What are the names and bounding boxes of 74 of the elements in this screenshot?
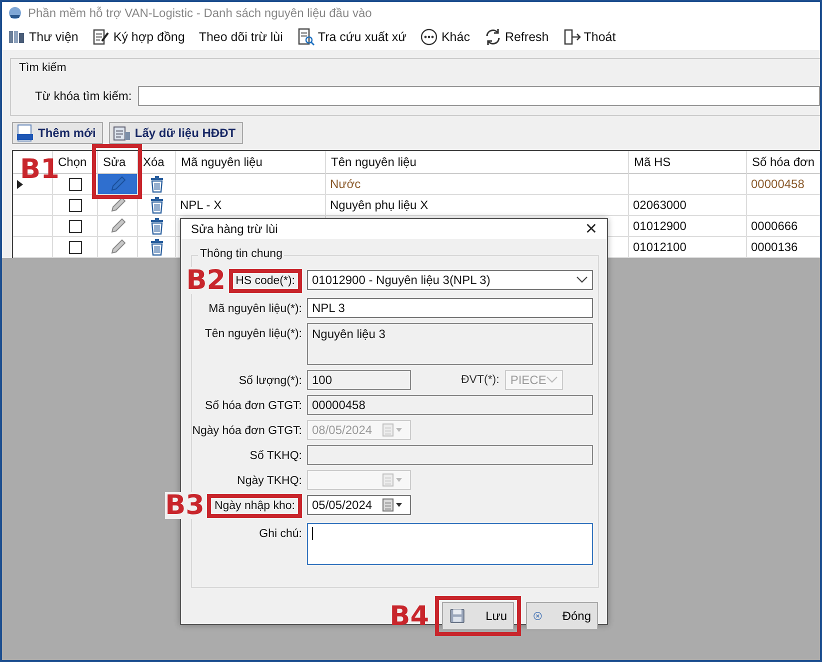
app-logo-icon xyxy=(8,6,22,20)
input-field[interactable]: 00000458 xyxy=(307,395,593,415)
table-cell: 0000666 xyxy=(747,216,820,237)
column-header[interactable]: Mã nguyên liệu xyxy=(176,151,326,174)
trash-icon[interactable] xyxy=(150,196,164,214)
document-pen-icon xyxy=(92,28,110,46)
toolbar-button[interactable]: Ký hợp đồng xyxy=(92,28,185,46)
table-cell: NPL - X xyxy=(176,195,326,216)
close-button[interactable]: × xyxy=(585,219,597,239)
pencil-icon[interactable] xyxy=(108,238,126,256)
text-area[interactable]: Nguyên liệu 3 xyxy=(307,323,593,365)
dropdown-field[interactable]: 01012900 - Nguyên liệu 3(NPL 3) xyxy=(307,270,593,290)
field-label: Số TKHQ: xyxy=(250,450,302,462)
field-label: Ngày hóa đơn GTGT: xyxy=(192,425,302,437)
field-label: Từ khóa tìm kiếm: xyxy=(35,89,132,103)
checkbox[interactable] xyxy=(68,198,82,212)
field-label: Ghi chú: xyxy=(259,528,302,540)
field-label: HS code(*): xyxy=(228,269,302,293)
input-field[interactable] xyxy=(307,445,593,465)
column-header[interactable]: Sửa xyxy=(98,151,138,174)
action-button[interactable]: Lấy dữ liệu HĐĐT xyxy=(108,122,243,144)
toolbar-button[interactable]: Refresh xyxy=(484,28,549,46)
document-stack-icon xyxy=(112,124,131,142)
action-button[interactable]: Thêm mới xyxy=(12,122,103,144)
search-field[interactable] xyxy=(138,86,820,106)
step-label: B3 xyxy=(165,492,204,519)
group-title: Tìm kiếm xyxy=(19,62,66,74)
highlight-frame xyxy=(92,144,142,199)
column-header[interactable]: Mã HS xyxy=(629,151,747,174)
more-icon xyxy=(420,28,438,46)
field-label: ĐVT(*): xyxy=(460,374,500,386)
field-label: Số hóa đơn GTGT: xyxy=(204,400,302,412)
close-dialog-button[interactable]: Đóng xyxy=(526,602,598,630)
save-button[interactable]: Lưu xyxy=(442,602,514,630)
table-cell: 01012900 xyxy=(629,216,747,237)
table-cell: Nguyên phụ liệu X xyxy=(326,195,629,216)
checkbox[interactable] xyxy=(68,240,82,254)
toolbar-button[interactable]: Tra cứu xuất xứ xyxy=(296,28,406,46)
document-search-icon xyxy=(296,28,315,46)
text-area[interactable] xyxy=(307,523,593,565)
refresh-icon xyxy=(484,28,502,46)
step-label: B2 xyxy=(186,267,226,294)
field-label: Ngày TKHQ: xyxy=(237,475,302,487)
trash-icon[interactable] xyxy=(150,238,164,256)
input-field[interactable]: NPL 3 xyxy=(307,298,593,318)
dialog-title: Sửa hàng trừ lùi xyxy=(191,222,278,236)
field-label: Tên nguyên liệu(*): xyxy=(204,328,302,340)
group-title: Thông tin chung xyxy=(198,248,284,260)
toolbar-button[interactable]: Thoát xyxy=(562,28,616,46)
books-icon xyxy=(8,29,26,45)
table-cell: 00000458 xyxy=(747,174,820,195)
checkbox[interactable] xyxy=(68,220,82,232)
column-header[interactable]: Chọn xyxy=(53,151,98,174)
new-document-icon xyxy=(16,124,34,142)
field-label: Số lượng(*): xyxy=(238,375,302,387)
toolbar-button[interactable]: Thư viện xyxy=(8,29,78,45)
input-field[interactable]: 100 xyxy=(307,370,411,390)
exit-door-icon xyxy=(562,28,581,46)
table-cell: Nước xyxy=(326,174,629,195)
trash-icon[interactable] xyxy=(150,176,164,192)
date-field[interactable]: 05/05/2024 xyxy=(307,495,411,515)
pencil-icon[interactable] xyxy=(108,217,126,235)
field-label: Mã nguyên liệu(*): xyxy=(208,303,302,315)
field-label: Ngày nhập kho: xyxy=(207,494,302,518)
toolbar-button[interactable]: Khác xyxy=(420,28,470,46)
step-label: B4 xyxy=(390,603,429,630)
trash-icon[interactable] xyxy=(150,218,164,234)
row-pointer-icon xyxy=(17,180,23,188)
table-cell: 02063000 xyxy=(629,195,747,216)
toolbar-button[interactable]: Theo dõi trừ lùi xyxy=(198,30,283,44)
window-title: Phần mềm hỗ trợ VAN-Logistic - Danh sách nguyên liệu đầu vào xyxy=(28,6,372,20)
text-cursor xyxy=(312,527,313,540)
column-header[interactable]: Tên nguyên liệu xyxy=(326,151,629,174)
checkbox[interactable] xyxy=(68,178,82,190)
